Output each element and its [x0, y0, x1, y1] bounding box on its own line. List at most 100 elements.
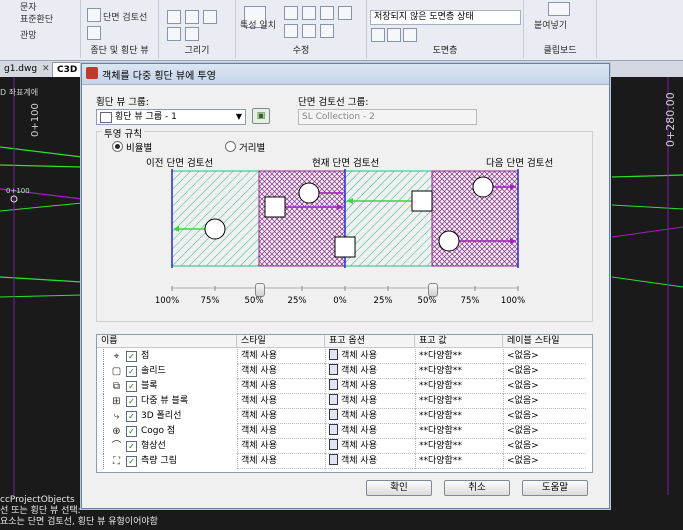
label-style-cell[interactable]: <없음>: [503, 364, 586, 379]
table-row[interactable]: ⊕ ✓ Cogo 점 객체 사용 객체 사용 **다양함** <없음>: [97, 424, 592, 439]
paste-icon[interactable]: [548, 2, 570, 16]
table-row[interactable]: ⤷ ✓ 3D 폴리선 객체 사용 객체 사용 **다양함** <없음>: [97, 409, 592, 424]
radio-proportional-label[interactable]: 비율별: [126, 140, 152, 154]
object-circle: [298, 182, 320, 204]
sun-icon[interactable]: [387, 28, 401, 42]
section-view-group-combo[interactable]: 횡단 뷰 그룹 - 1 ▼: [96, 109, 246, 125]
elevation-option-cell[interactable]: 객체 사용: [325, 454, 415, 469]
style-cell[interactable]: 객체 사용: [237, 349, 325, 364]
elevation-option-cell[interactable]: 객체 사용: [325, 439, 415, 454]
include-checkbox[interactable]: ✓: [126, 351, 137, 362]
ribbon-item-standard[interactable]: 표준환단: [20, 12, 53, 25]
style-cell[interactable]: 객체 사용: [237, 439, 325, 454]
radio-distance[interactable]: [225, 141, 236, 152]
elevation-value-cell[interactable]: **다양함**: [415, 424, 503, 439]
include-checkbox[interactable]: ✓: [126, 456, 137, 467]
bulb-icon[interactable]: [371, 28, 385, 42]
elevation-option-text: 객체 사용: [341, 366, 377, 376]
elevation-option-cell[interactable]: 객체 사용: [325, 409, 415, 424]
table-row[interactable]: ⊞ ✓ 다중 뷰 블록 객체 사용 객체 사용 **다양함** <없음>: [97, 394, 592, 409]
object-type-name: 점: [141, 351, 150, 361]
table-row[interactable]: ⧉ ✓ 블록 객체 사용 객체 사용 **다양함** <없음>: [97, 379, 592, 394]
label-style-cell[interactable]: <없음>: [503, 409, 586, 424]
label-style-cell[interactable]: <없음>: [503, 454, 586, 469]
move-icon[interactable]: [284, 6, 298, 20]
doc-tab-c3d[interactable]: C3D: [52, 62, 83, 78]
table-row[interactable]: ⌖ ✓ 점 객체 사용 객체 사용 **다양함** <없음>: [97, 349, 592, 364]
style-cell[interactable]: 객체 사용: [237, 364, 325, 379]
elevation-value-cell[interactable]: **다양함**: [415, 349, 503, 364]
hatch-icon[interactable]: [185, 27, 199, 41]
chevron-down-icon[interactable]: ▼: [233, 110, 245, 124]
object-circle: [472, 176, 494, 198]
label-style-cell[interactable]: <없음>: [503, 424, 586, 439]
elevation-option-cell[interactable]: 객체 사용: [325, 364, 415, 379]
sample-line-button[interactable]: 단면 검토선: [103, 10, 147, 23]
style-cell[interactable]: 객체 사용: [237, 394, 325, 409]
slider-next-handle[interactable]: [427, 283, 438, 297]
elevation-option-cell[interactable]: 객체 사용: [325, 379, 415, 394]
line-icon[interactable]: [167, 10, 181, 24]
column-header-elevation-option[interactable]: 표고 옵션: [325, 335, 415, 348]
circle-icon[interactable]: [185, 10, 199, 24]
elevation-value-cell[interactable]: **다양함**: [415, 409, 503, 424]
style-cell[interactable]: 객체 사용: [237, 454, 325, 469]
ok-button[interactable]: 확인: [366, 480, 432, 496]
offset-icon[interactable]: [320, 24, 334, 38]
label-style-cell[interactable]: <없음>: [503, 394, 586, 409]
style-cell[interactable]: 객체 사용: [237, 379, 325, 394]
column-header-elevation-value[interactable]: 표고 값: [415, 335, 503, 348]
ribbon-panel-left: 문자 표준환단 관망: [0, 0, 81, 58]
profile-view-icon[interactable]: [87, 8, 101, 22]
style-cell[interactable]: 객체 사용: [237, 424, 325, 439]
help-button[interactable]: 도움말: [522, 480, 588, 496]
style-cell[interactable]: 객체 사용: [237, 409, 325, 424]
small-station-label: 0+100: [6, 187, 30, 195]
pick-group-button[interactable]: ▣: [252, 108, 270, 124]
table-row[interactable]: ⛶ ✓ 측량 그림 객체 사용 객체 사용 **다양함** <없음>: [97, 454, 592, 469]
column-header-label-style[interactable]: 레이블 스타일: [503, 335, 592, 348]
include-checkbox[interactable]: ✓: [126, 381, 137, 392]
elevation-value-cell[interactable]: **다양함**: [415, 379, 503, 394]
copy-icon[interactable]: [302, 6, 316, 20]
label-style-cell[interactable]: <없음>: [503, 379, 586, 394]
doc-tab-g1[interactable]: g1.dwg: [0, 62, 41, 76]
paste-button[interactable]: 붙여넣기: [534, 18, 567, 31]
dialog-titlebar[interactable]: 객체를 다중 횡단 뷰에 투영: [82, 64, 609, 85]
table-row[interactable]: ⌒ ✓ 형상선 객체 사용 객체 사용 **다양함** <없음>: [97, 439, 592, 454]
mirror-icon[interactable]: [338, 6, 352, 20]
elevation-option-icon: [329, 349, 338, 360]
label-style-cell[interactable]: <없음>: [503, 349, 586, 364]
lock-icon[interactable]: [403, 28, 417, 42]
radio-proportional[interactable]: [112, 141, 123, 152]
polyline-icon[interactable]: [167, 27, 181, 41]
elevation-value-cell[interactable]: **다양함**: [415, 364, 503, 379]
rotate-icon[interactable]: [320, 6, 334, 20]
include-checkbox[interactable]: ✓: [126, 441, 137, 452]
column-header-style[interactable]: 스타일: [237, 335, 325, 348]
trim-icon[interactable]: [284, 24, 298, 38]
elevation-value-cell[interactable]: **다양함**: [415, 394, 503, 409]
include-checkbox[interactable]: ✓: [126, 426, 137, 437]
elevation-value-cell[interactable]: **다양함**: [415, 439, 503, 454]
radio-distance-label[interactable]: 거리별: [239, 140, 265, 154]
include-checkbox[interactable]: ✓: [126, 366, 137, 377]
layer-state-combo[interactable]: 저장되지 않은 도면층 상태: [370, 10, 521, 25]
elevation-option-cell[interactable]: 객체 사용: [325, 424, 415, 439]
ribbon-item-pipe[interactable]: 관망: [20, 28, 37, 41]
section-icon[interactable]: [87, 26, 101, 40]
slider-previous-handle[interactable]: [254, 283, 265, 297]
elevation-option-cell[interactable]: 객체 사용: [325, 349, 415, 364]
label-style-cell[interactable]: <없음>: [503, 439, 586, 454]
table-row[interactable]: ▢ ✓ 솔리드 객체 사용 객체 사용 **다양함** <없음>: [97, 364, 592, 379]
cancel-button[interactable]: 취소: [444, 480, 510, 496]
survey-figure-icon: ⛶: [113, 456, 120, 467]
column-header-name[interactable]: 이름: [97, 335, 237, 348]
feature-line-button[interactable]: 특성 일치: [240, 18, 276, 31]
elevation-value-cell[interactable]: **다양함**: [415, 454, 503, 469]
include-checkbox[interactable]: ✓: [126, 396, 137, 407]
elevation-option-cell[interactable]: 객체 사용: [325, 394, 415, 409]
arc-icon[interactable]: [203, 10, 217, 24]
extend-icon[interactable]: [302, 24, 316, 38]
include-checkbox[interactable]: ✓: [126, 411, 137, 422]
